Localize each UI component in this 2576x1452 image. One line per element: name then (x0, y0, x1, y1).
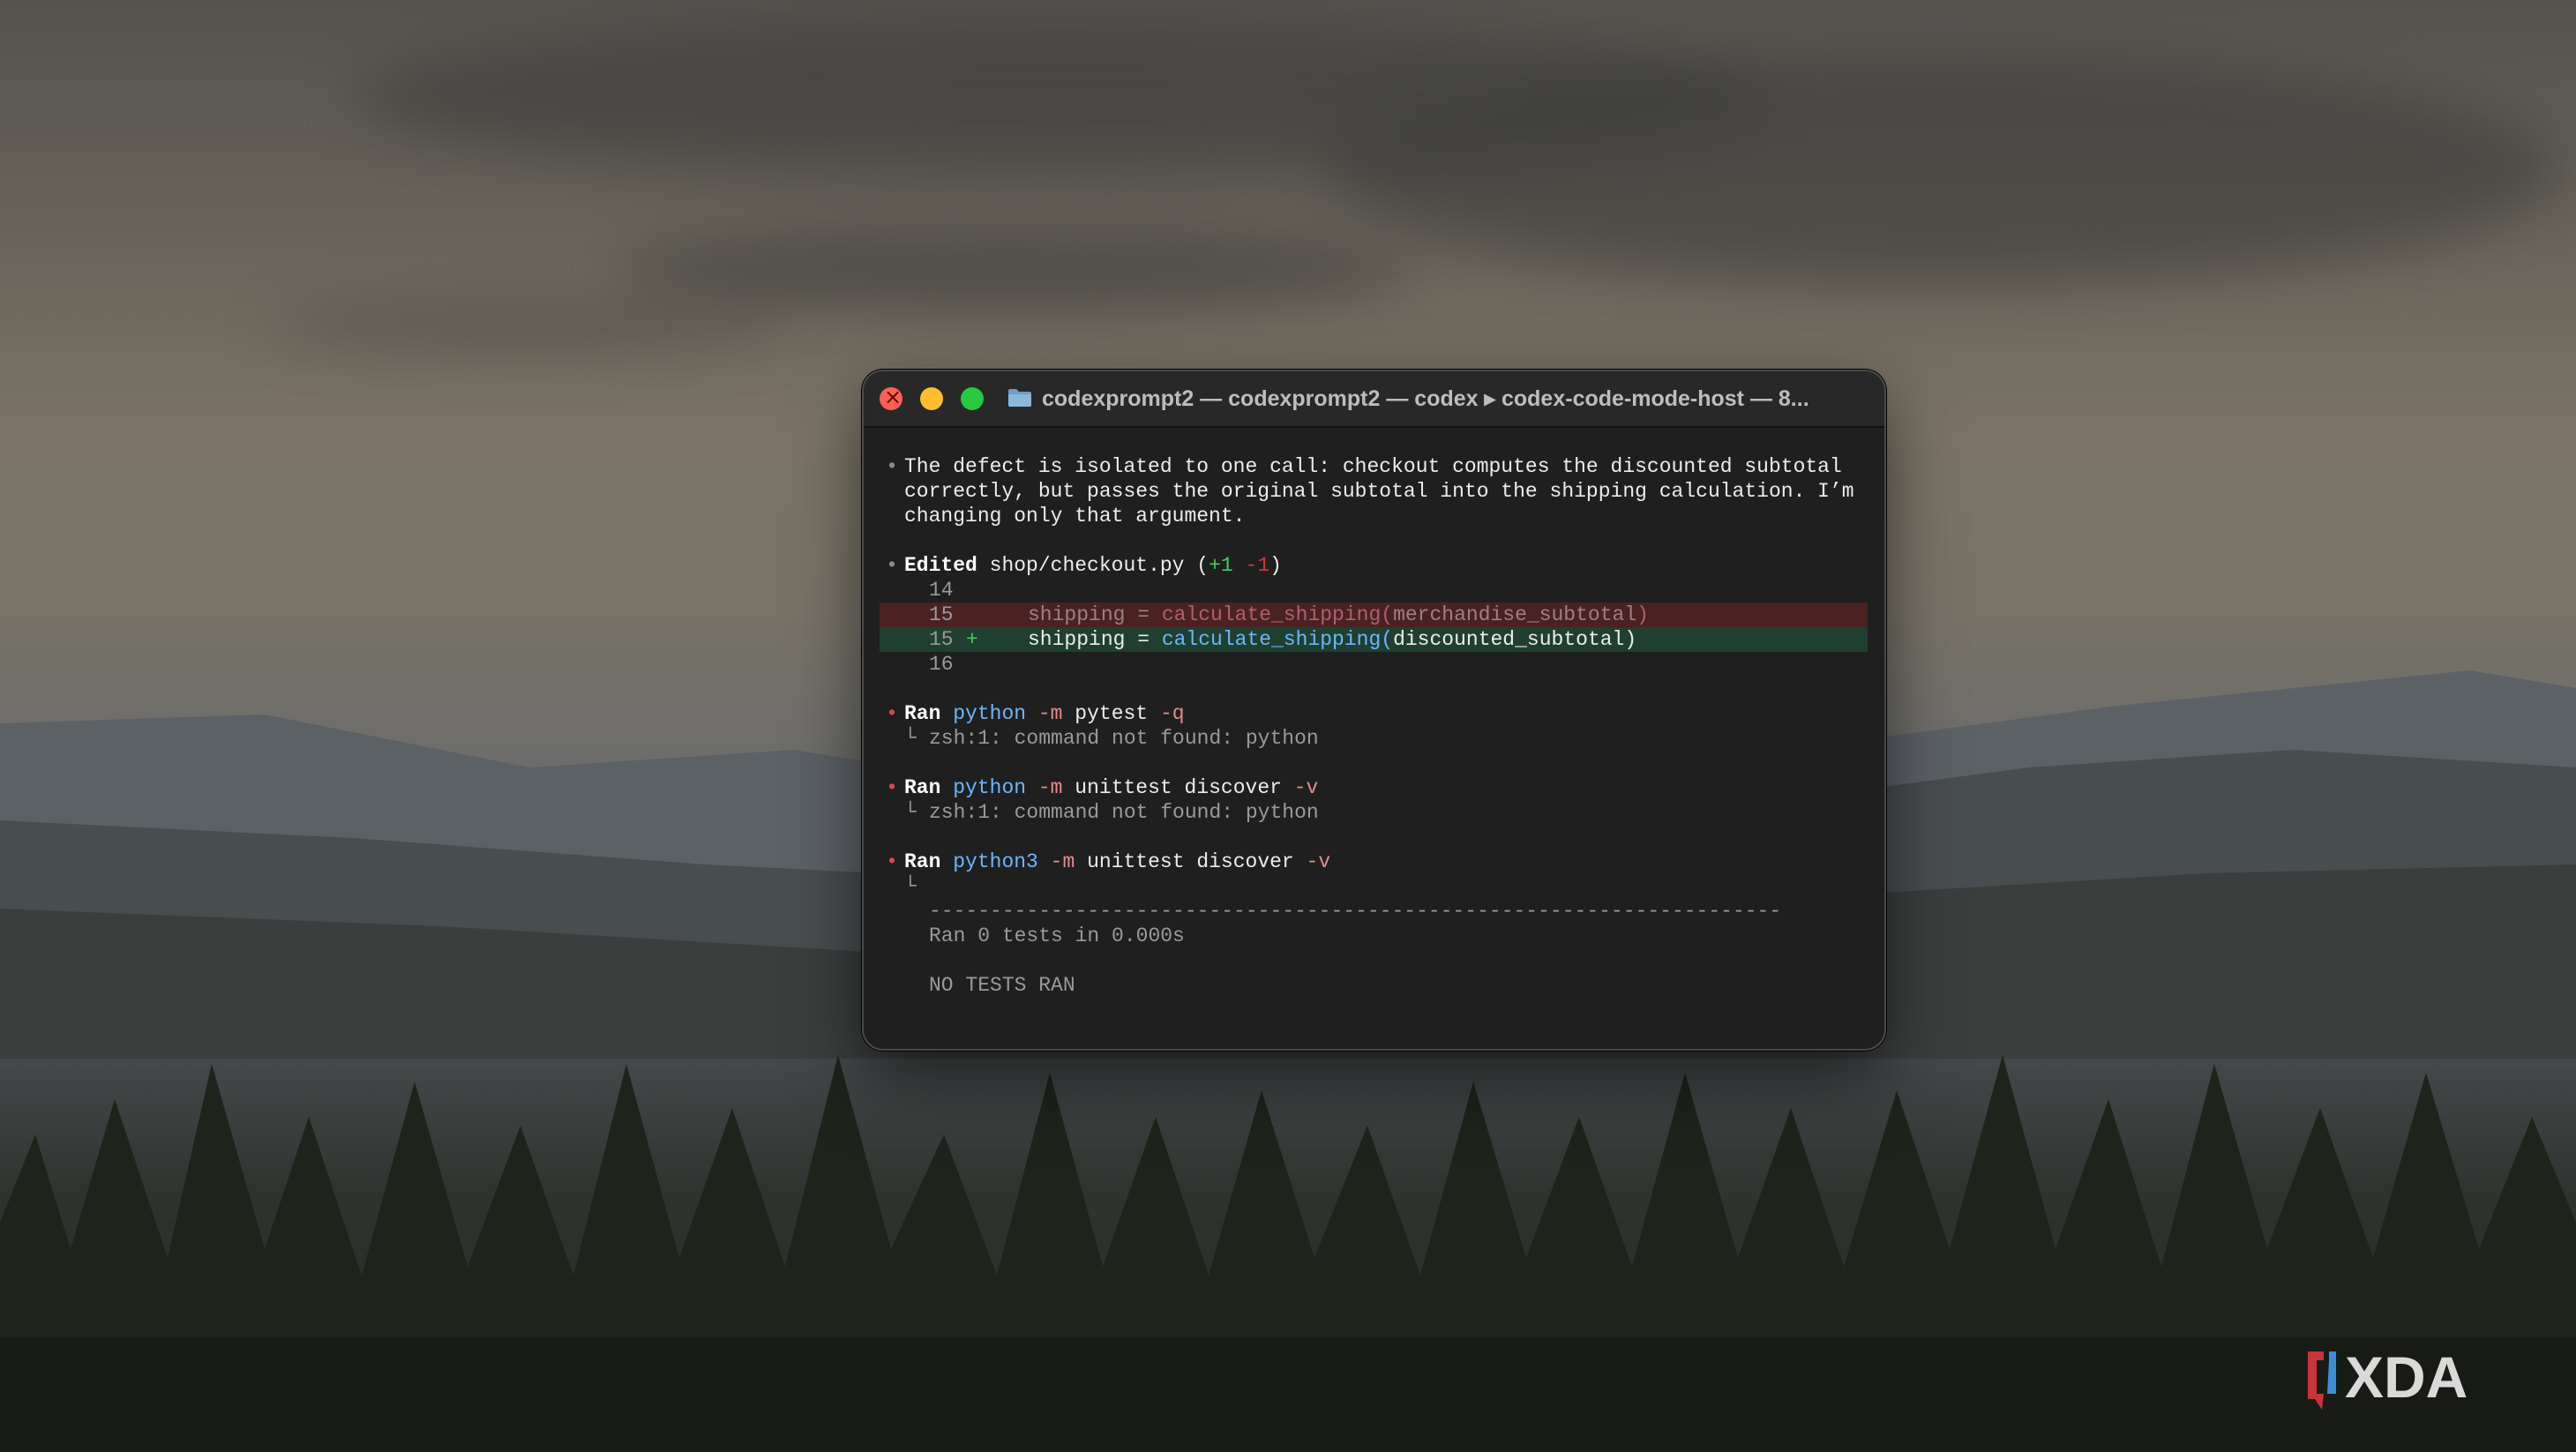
tree-corner-icon: └ (904, 801, 917, 824)
line-number: 16 (929, 653, 954, 676)
run-command: • Ran python -m unittest discover -v (880, 775, 1868, 800)
minimize-window-button[interactable] (920, 387, 943, 410)
message-text: correctly, but passes the original subto… (904, 480, 1854, 503)
message-text: The defect is isolated to one call: chec… (904, 455, 1842, 478)
test-summary: Ran 0 tests in 0.000s (929, 924, 1185, 947)
message-line: correctly, but passes the original subto… (880, 479, 1868, 504)
xda-logo-text: XDA (2345, 1344, 2467, 1410)
run-command: • Ran python3 -m unittest discover -v (880, 849, 1868, 874)
test-separator: ----------------------------------------… (929, 900, 1782, 923)
edit-verb: Edited (904, 554, 977, 577)
added-marker: + (966, 628, 978, 651)
run-output: └ zsh:1: command not found: python (904, 727, 1319, 750)
folder-icon (1008, 389, 1031, 407)
zoom-window-button[interactable] (961, 387, 984, 410)
message-line: changing only that argument. (880, 504, 1868, 528)
line-number: 15 (929, 603, 954, 626)
diff-line-context: 14 (880, 578, 1868, 603)
line-number: 15 (929, 628, 954, 651)
run-output: └ zsh:1: command not found: python (904, 801, 1319, 824)
bullet-icon: • (886, 702, 898, 725)
edited-file: shop/checkout.py (989, 554, 1185, 577)
tree-corner-icon: └ (904, 727, 917, 750)
test-result: NO TESTS RAN (929, 974, 1075, 997)
close-window-button[interactable] (880, 385, 902, 410)
removed-count: -1 (1245, 554, 1270, 577)
run-command: • Ran python -m pytest -q (880, 701, 1868, 726)
terminal-window[interactable]: codexprompt2 — codexprompt2 — codex ▸ co… (862, 370, 1886, 1051)
added-count: +1 (1209, 554, 1233, 577)
tree-corner-icon: └ (904, 875, 917, 898)
bullet-icon: • (886, 776, 898, 799)
diff-line-context: 16 (880, 652, 1868, 677)
xda-logo: XDA (2308, 1344, 2467, 1410)
line-number: 14 (929, 579, 954, 602)
diff-line-removed: 15 shipping = calculate_shipping(merchan… (880, 603, 1868, 627)
window-title: codexprompt2 — codexprompt2 — codex ▸ co… (1042, 386, 1809, 411)
edit-summary: • Edited shop/checkout.py (+1 -1) (880, 553, 1868, 578)
bullet-icon: • (886, 850, 898, 873)
bullet-icon: • (886, 455, 898, 478)
diff-line-added: 15 + shipping = calculate_shipping(disco… (880, 627, 1868, 652)
bullet-icon: • (886, 554, 898, 577)
message-text: changing only that argument. (904, 505, 1246, 528)
title-bar[interactable]: codexprompt2 — codexprompt2 — codex ▸ co… (864, 371, 1884, 428)
message-line: • The defect is isolated to one call: ch… (880, 454, 1868, 479)
terminal-output[interactable]: • The defect is isolated to one call: ch… (880, 454, 1868, 998)
run-output: └ (880, 874, 1868, 899)
